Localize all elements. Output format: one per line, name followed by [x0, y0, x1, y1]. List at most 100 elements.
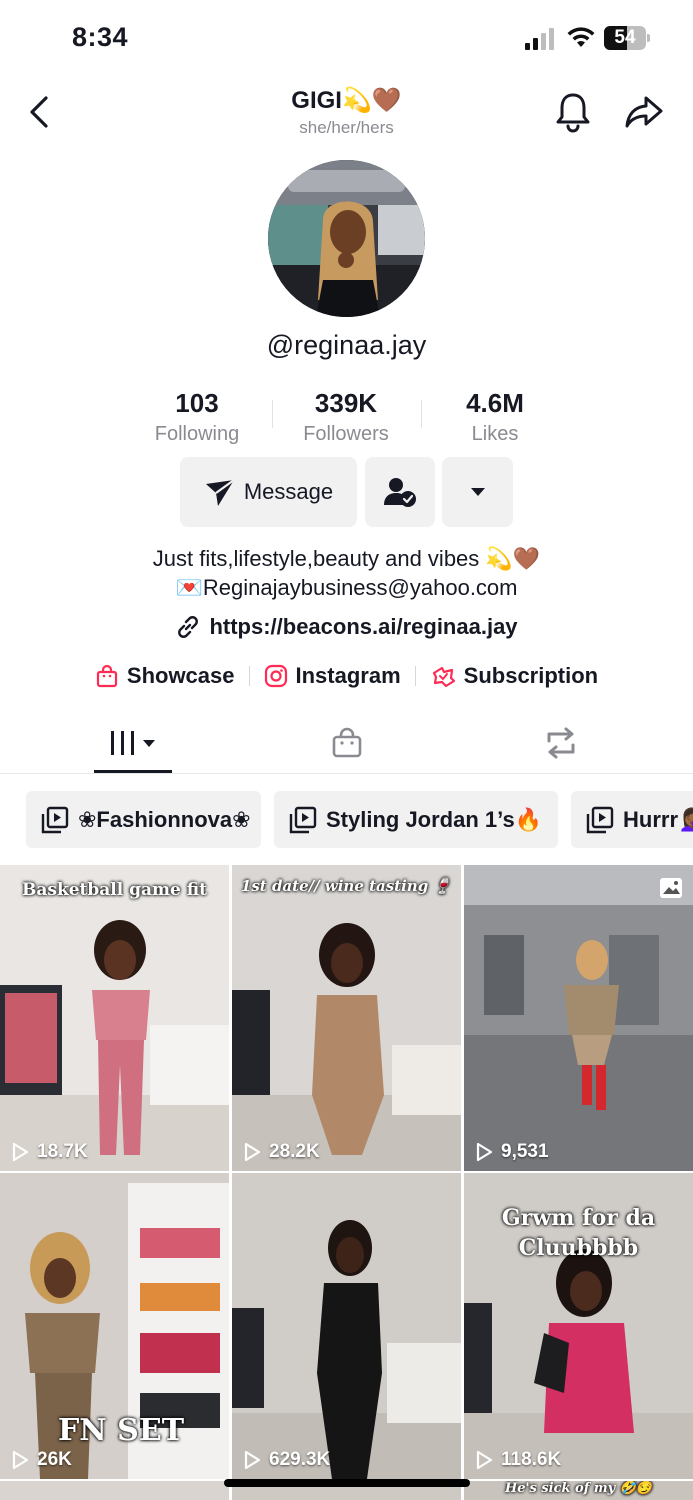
play-icon	[244, 1142, 261, 1162]
status-bar: 8:34 54	[0, 0, 693, 78]
view-count: 26K	[10, 1449, 72, 1471]
video-thumbnail[interactable]: He's sick of my 🤣😏	[464, 1481, 693, 1500]
avatar[interactable]	[268, 160, 425, 317]
playlist-label: Hurrr🤦🏾‍♀️	[623, 806, 693, 832]
bell-icon	[556, 93, 590, 133]
home-indicator[interactable]	[224, 1479, 470, 1487]
send-icon	[205, 479, 235, 506]
battery-indicator: 54	[604, 26, 650, 50]
link-icon	[178, 616, 199, 638]
playlist-label: Styling Jordan 1’s🔥	[326, 806, 543, 832]
view-count: 9,531	[474, 1141, 549, 1163]
followers-count: 339K	[314, 388, 378, 418]
video-thumbnail-image	[464, 865, 693, 1171]
video-thumbnail[interactable]	[0, 1481, 229, 1500]
playlist-icon	[586, 806, 614, 833]
grid-icon	[111, 731, 155, 755]
link-divider	[248, 666, 250, 686]
playlist-icon	[41, 806, 69, 833]
playlist-icon	[289, 806, 317, 833]
tab-reposts[interactable]	[522, 712, 600, 774]
avatar-photo	[268, 160, 425, 317]
following-label: Following	[154, 423, 240, 445]
video-caption-overlay: 1st date// wine tasting 🍷	[240, 877, 453, 895]
bio-line-2: 💌Reginajaybusiness@yahoo.com	[175, 575, 518, 600]
subscription-label: Subscription	[463, 663, 599, 688]
video-thumbnail[interactable]: FN SET 26K	[0, 1173, 229, 1479]
video-caption-overlay: Basketball game fit	[22, 880, 207, 900]
notifications-button[interactable]	[553, 90, 593, 134]
profile-tabs	[0, 712, 693, 774]
instagram-label: Instagram	[295, 663, 401, 688]
view-count-text: 26K	[37, 1449, 72, 1470]
video-thumbnail[interactable]: 1st date// wine tasting 🍷 28.2K	[232, 865, 461, 1171]
play-icon	[244, 1450, 261, 1470]
view-count-text: 629.3K	[269, 1449, 331, 1470]
play-icon	[476, 1450, 493, 1470]
video-thumbnail-image	[232, 865, 461, 1171]
profile-links-row: Showcase Instagram Subscription	[0, 660, 693, 692]
bio-link[interactable]: https://beacons.ai/reginaa.jay	[0, 614, 693, 640]
video-thumbnail[interactable]: Basketball game fit 18.7K	[0, 865, 229, 1171]
video-thumbnail-image	[232, 1173, 461, 1479]
play-icon	[12, 1142, 29, 1162]
view-count-text: 28.2K	[269, 1141, 320, 1162]
playlist-chip[interactable]: Styling Jordan 1’s🔥	[274, 791, 558, 848]
message-button[interactable]: Message	[180, 457, 357, 527]
play-icon	[12, 1450, 29, 1470]
showcase-link[interactable]: Showcase	[95, 663, 235, 689]
share-arrow-icon	[625, 96, 663, 128]
followers-label: Followers	[303, 423, 389, 445]
video-thumbnail[interactable]: 9,531	[464, 865, 693, 1171]
tab-shop[interactable]	[308, 712, 386, 774]
showcase-label: Showcase	[126, 663, 235, 688]
following-status-button[interactable]	[365, 457, 435, 527]
photo-carousel-icon	[660, 878, 682, 898]
view-count: 629.3K	[242, 1449, 330, 1471]
tab-videos[interactable]	[94, 712, 172, 774]
repost-icon	[547, 727, 575, 759]
cellular-signal-icon	[525, 28, 554, 50]
instagram-link[interactable]: Instagram	[264, 663, 401, 689]
bio-link-text: https://beacons.ai/reginaa.jay	[209, 614, 518, 639]
share-button[interactable]	[624, 92, 664, 132]
instagram-icon	[264, 664, 287, 688]
subscription-icon	[432, 666, 455, 688]
view-count-text: 9,531	[501, 1141, 549, 1162]
play-icon	[476, 1142, 493, 1162]
stat-following[interactable]: 103 Following	[122, 388, 272, 446]
username: @reginaa.jay	[266, 330, 427, 360]
stat-followers[interactable]: 339K Followers	[271, 388, 421, 446]
video-thumbnail[interactable]: Grwm for da Cluubbbb 118.6K	[464, 1173, 693, 1479]
playlist-label: ❀Fashionnova❀	[78, 806, 251, 832]
battery-percent: 54	[614, 27, 636, 48]
caret-down-icon	[470, 488, 485, 496]
link-divider	[414, 666, 416, 686]
view-count: 118.6K	[474, 1449, 561, 1471]
likes-count: 4.6M	[466, 388, 524, 418]
wifi-icon	[567, 27, 595, 47]
video-thumbnail-image	[0, 865, 229, 1171]
view-count: 28.2K	[242, 1141, 320, 1163]
video-caption-overlay: He's sick of my 🤣😏	[504, 1481, 653, 1496]
subscription-link[interactable]: Subscription	[430, 663, 598, 689]
video-thumbnail[interactable]: 629.3K	[232, 1173, 461, 1479]
user-check-icon	[384, 478, 416, 507]
active-tab-indicator	[94, 770, 172, 773]
video-caption-overlay: Grwm for da Cluubbbb	[501, 1205, 656, 1261]
message-button-label: Message	[243, 479, 334, 504]
suggested-accounts-button[interactable]	[442, 457, 513, 527]
likes-label: Likes	[471, 423, 519, 445]
view-count-text: 118.6K	[501, 1449, 562, 1470]
shopping-bag-icon	[332, 727, 362, 758]
view-count: 18.7K	[10, 1141, 88, 1163]
bio-line-1: Just fits,lifestyle,beauty and vibes 💫🤎	[152, 546, 541, 571]
playlist-chip[interactable]: ❀Fashionnova❀	[26, 791, 261, 848]
video-caption-overlay: FN SET	[58, 1413, 185, 1448]
status-time: 8:34	[72, 22, 129, 52]
shopping-bag-icon	[96, 664, 117, 688]
playlist-chip[interactable]: Hurrr🤦🏾‍♀️	[571, 791, 693, 848]
stat-likes[interactable]: 4.6M Likes	[420, 388, 570, 446]
view-count-text: 18.7K	[37, 1141, 88, 1162]
following-count: 103	[175, 388, 219, 418]
